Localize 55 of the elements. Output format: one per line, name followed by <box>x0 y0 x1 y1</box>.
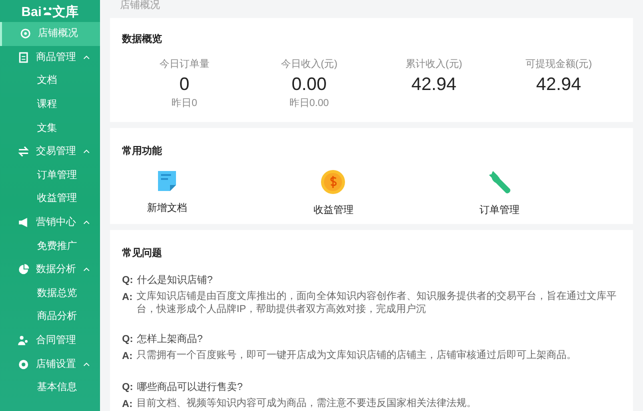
nav-item[interactable]: 店铺设置 <box>0 352 100 376</box>
logo-text: 文库 <box>52 4 79 18</box>
pie-chart-icon <box>18 264 29 276</box>
faq-answer: 目前文档、视频等知识内容可成为商品，需注意不要违反国家相关法律法规。 <box>136 397 477 411</box>
section-title: 数据概览 <box>122 32 163 47</box>
metric-value: 0 <box>179 73 190 96</box>
question-mark-label: Q: <box>122 274 134 288</box>
metric-value: 42.94 <box>536 73 582 96</box>
nav-item[interactable]: 商品管理 <box>0 46 100 70</box>
exchange-icon <box>18 146 29 158</box>
document-icon <box>18 52 29 63</box>
note-icon <box>155 169 179 193</box>
faq-question: 哪些商品可以进行售卖? <box>137 380 243 395</box>
nav-subitem[interactable]: 商品分析 <box>0 305 100 329</box>
faq-question: 怎样上架商品? <box>137 332 203 347</box>
metric-label: 今日订单量 <box>159 58 210 72</box>
logo-text: Bai <box>21 4 42 18</box>
shortcut-button[interactable]: 新增文档 <box>132 169 202 218</box>
settings-icon <box>18 358 29 370</box>
metric-yesterday: 昨日0 <box>172 97 198 111</box>
megaphone-icon <box>18 217 29 228</box>
nav-subitem[interactable]: 课程 <box>0 92 100 116</box>
metric-label: 可提现金额(元) <box>525 58 592 72</box>
faq-answer: 只需拥有一个百度账号，即可一键开店成为文库知识店铺的店铺主，店铺审核通过后即可上架商品。 <box>136 349 577 363</box>
answer-mark-label: A: <box>122 398 133 411</box>
faq-question: 什么是知识店铺? <box>137 274 213 288</box>
nav-subitem[interactable]: 文集 <box>0 116 100 140</box>
answer-mark-label: A: <box>122 350 133 364</box>
nav-subitem[interactable]: 文档 <box>0 69 100 93</box>
nav-subitem[interactable]: 数据总览 <box>0 282 100 306</box>
faq-answer: 文库知识店铺是由百度文库推出的，面向全体知识内容创作者、知识服务提供者的交易平台，旨在通过文库平台，快速形成个人品牌IP，帮助提供者双方高效对接，完成用户沉 <box>136 290 618 316</box>
metric-value: 0.00 <box>292 73 327 96</box>
nav-subitem[interactable]: 基本信息 <box>0 376 100 400</box>
nav-subitem[interactable]: 收益管理 <box>0 187 100 211</box>
coin-icon <box>320 169 346 195</box>
people-icon <box>18 335 29 346</box>
nav-item[interactable]: 数据分析 <box>0 258 100 282</box>
metric-value: 42.94 <box>411 73 456 96</box>
metric-label: 累计收入(元) <box>406 58 462 72</box>
answer-mark-label: A: <box>122 291 133 305</box>
nav-subitem[interactable]: 免费推广 <box>0 234 100 258</box>
section-title: 常见问题 <box>122 246 163 261</box>
nav-item[interactable]: 交易管理 <box>0 140 100 164</box>
question-mark-label: Q: <box>122 381 134 395</box>
metric-yesterday: 昨日0.00 <box>289 97 329 111</box>
shortcut-button[interactable]: 订单管理 <box>464 169 535 218</box>
section-title: 常用功能 <box>122 144 163 159</box>
nav-subitem[interactable]: 订单管理 <box>0 164 100 188</box>
question-mark-label: Q: <box>122 333 134 347</box>
dashboard-icon <box>20 28 31 40</box>
nav-item[interactable]: 营销中心 <box>0 210 100 234</box>
metric-label: 今日收入(元) <box>280 58 338 72</box>
nav-item[interactable]: 合同管理 <box>0 328 100 352</box>
nav-item[interactable]: 店铺概况 <box>0 22 100 46</box>
shortcut-button[interactable]: 收益管理 <box>298 169 368 218</box>
